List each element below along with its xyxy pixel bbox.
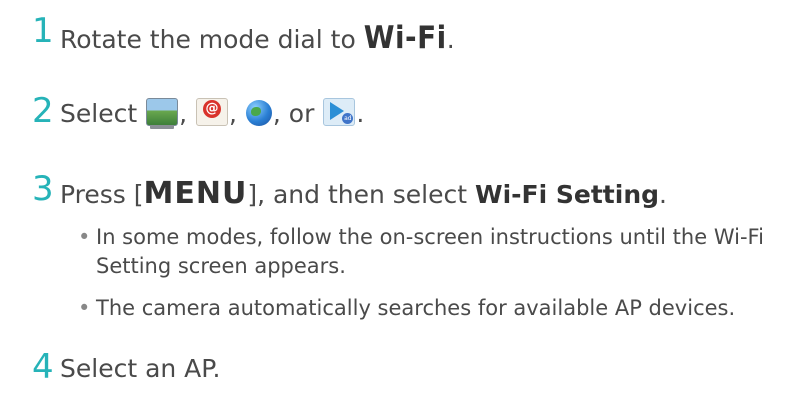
separator: , bbox=[179, 99, 195, 128]
step-number: 2 bbox=[32, 91, 54, 131]
bullet-text: In some modes, follow the on-screen inst… bbox=[96, 225, 764, 278]
step-number: 1 bbox=[32, 11, 54, 51]
bullet-symbol: • bbox=[78, 225, 91, 249]
step-text-before: Rotate the mode dial to bbox=[60, 25, 364, 54]
photo-upload-icon bbox=[146, 98, 179, 129]
bullet-item: • The camera automatically searches for … bbox=[78, 294, 778, 323]
step-number: 4 bbox=[32, 347, 54, 387]
step-text-before: Select bbox=[60, 99, 146, 128]
step-text: Press [MENU], and then select Wi-Fi Sett… bbox=[60, 176, 667, 211]
wifi-setting-label: Wi-Fi Setting bbox=[475, 180, 660, 209]
separator: , or bbox=[272, 99, 323, 128]
wifi-mode-key: Wi-Fi bbox=[363, 20, 447, 56]
step-number: 3 bbox=[32, 169, 54, 209]
menu-key: MENU bbox=[143, 176, 248, 211]
bullet-symbol: • bbox=[78, 296, 91, 320]
globe-icon bbox=[245, 100, 272, 126]
bullet-item: • In some modes, follow the on-screen in… bbox=[78, 223, 778, 281]
step-text-before: Press [ bbox=[60, 180, 144, 209]
step-text: Select an AP. bbox=[60, 354, 221, 383]
email-icon bbox=[195, 98, 228, 126]
step-text: Rotate the mode dial to Wi-Fi. bbox=[60, 20, 455, 56]
step-text-after: . bbox=[356, 99, 365, 128]
step-text-after: . bbox=[446, 25, 455, 54]
step-text-middle: ], and then select bbox=[247, 180, 476, 209]
separator: , bbox=[228, 99, 245, 128]
play-ad-icon bbox=[323, 98, 356, 126]
step-text: Select , , , or . bbox=[60, 98, 365, 129]
bullet-text: The camera automatically searches for av… bbox=[96, 296, 736, 320]
step-text-after: . bbox=[659, 180, 667, 209]
